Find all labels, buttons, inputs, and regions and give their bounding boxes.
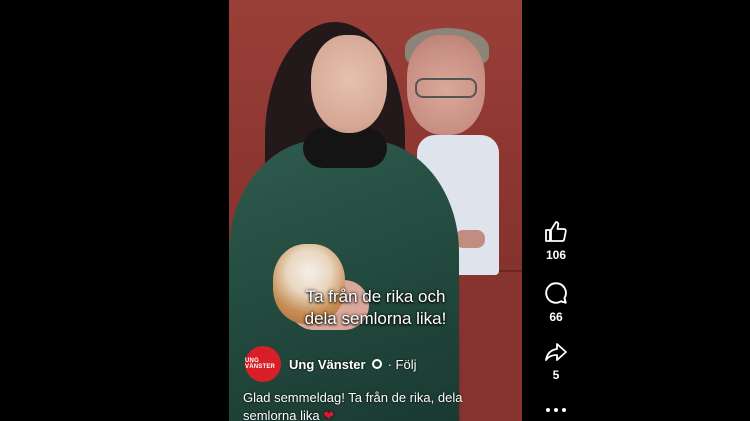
caption-text: Glad semmeldag! Ta från de rika, dela se… [243, 390, 463, 421]
share-count: 5 [552, 368, 560, 382]
more-dot [562, 408, 566, 412]
caption: Glad semmeldag! Ta från de rika, dela se… [243, 389, 513, 421]
thumbs-up-icon[interactable] [543, 220, 569, 244]
cutout-hand [455, 230, 485, 248]
cutout-glasses [415, 78, 477, 98]
comment-count: 66 [549, 310, 563, 324]
more-dot [554, 408, 558, 412]
share-action[interactable]: 5 [536, 340, 576, 382]
video-player[interactable]: Ta från de rika och dela semlorna lika! … [229, 0, 522, 421]
woman-collar [303, 128, 387, 168]
share-icon[interactable] [543, 340, 569, 364]
heart-emoji: ❤ [323, 408, 335, 421]
like-count: 106 [545, 248, 567, 262]
comment-icon[interactable] [543, 280, 569, 306]
follow-button[interactable]: · Följ [388, 357, 417, 372]
more-dot [546, 408, 550, 412]
more-icon[interactable] [546, 408, 566, 412]
woman-face [311, 35, 387, 133]
subtitle-line-1: Ta från de rika och [305, 287, 446, 306]
subtitle-line-2: dela semlorna lika! [304, 309, 447, 328]
like-action[interactable]: 106 [536, 220, 576, 262]
avatar[interactable]: UNG VÄNSTER [245, 346, 281, 382]
verified-icon [371, 359, 382, 369]
author-name[interactable]: Ung Vänster [289, 357, 366, 372]
avatar-text: UNG VÄNSTER [245, 358, 276, 370]
author-row: UNG VÄNSTER Ung Vänster · Följ [245, 346, 416, 382]
comment-action[interactable]: 66 [536, 280, 576, 324]
